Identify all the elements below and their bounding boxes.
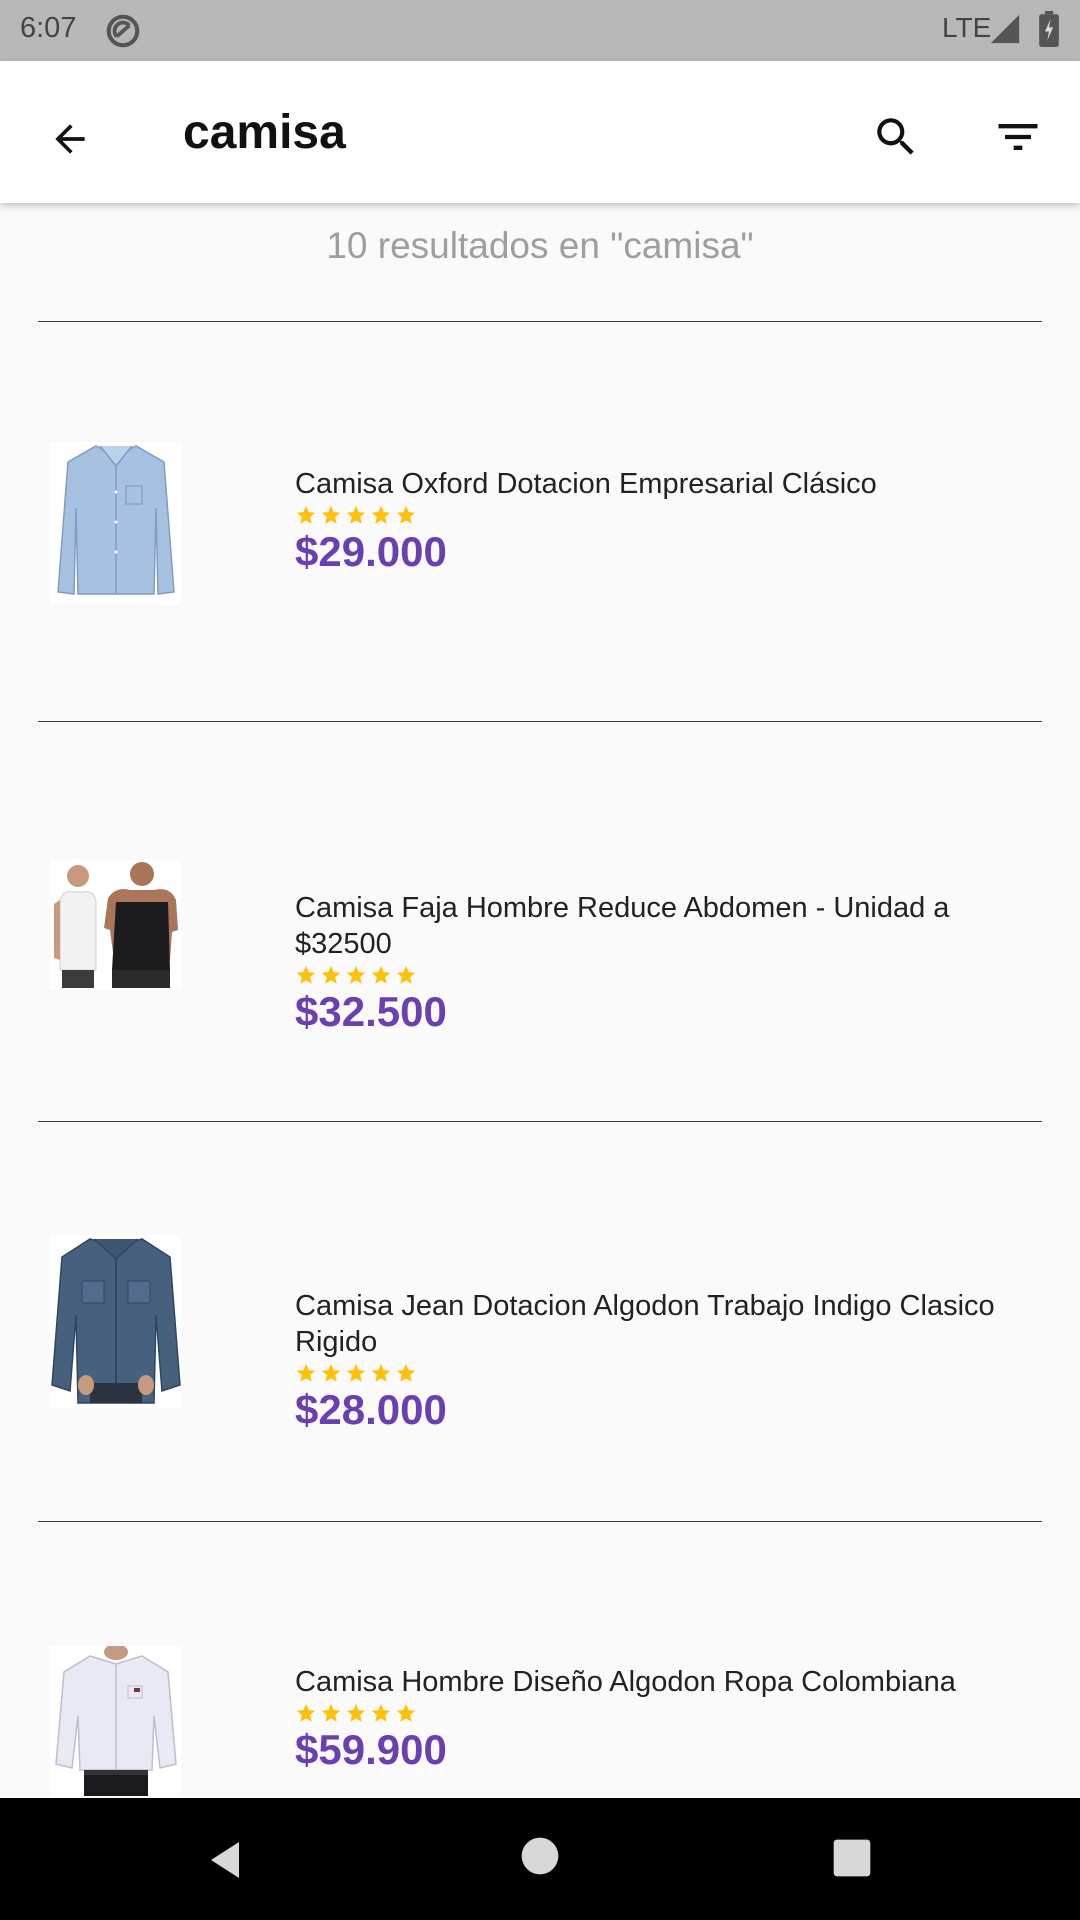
white-shirt-image-icon <box>50 1644 181 1796</box>
nav-home-icon[interactable] <box>520 1836 560 1876</box>
product-item-faja[interactable]: Camisa Faja Hombre Reduce Abdomen - Unid… <box>0 722 1080 1120</box>
product-info: Camisa Oxford Dotacion Empresarial Clási… <box>295 466 1015 577</box>
search-button[interactable] <box>860 101 932 173</box>
product-name: Camisa Jean Dotacion Algodon Trabajo Ind… <box>295 1290 995 1358</box>
product-price: $59.900 <box>295 1726 447 1773</box>
product-price: $32.500 <box>295 988 447 1035</box>
filter-button[interactable] <box>982 101 1054 173</box>
star-icon <box>321 1363 341 1382</box>
product-info: Camisa Hombre Diseño Algodon Ropa Colomb… <box>295 1664 1015 1775</box>
battery-charging-icon <box>1039 11 1059 47</box>
star-icon <box>371 1703 391 1722</box>
star-icon <box>396 505 416 524</box>
star-icon <box>371 1363 391 1382</box>
arrow-back-icon <box>55 124 85 154</box>
star-icon <box>346 1703 366 1722</box>
star-icon <box>296 1703 316 1722</box>
denim-shirt-image-icon <box>50 1235 181 1408</box>
product-name: Camisa Oxford Dotacion Empresarial Clási… <box>295 468 877 500</box>
star-icon <box>346 505 366 524</box>
back-button[interactable] <box>34 103 106 175</box>
star-icon <box>346 1363 366 1382</box>
product-name: Camisa Hombre Diseño Algodon Ropa Colomb… <box>295 1666 956 1698</box>
page-title: camisa <box>183 106 346 159</box>
search-icon <box>877 118 914 155</box>
system-nav-bar <box>0 1798 1080 1920</box>
status-bar: 6:07 LTE <box>0 0 1080 61</box>
star-icon <box>296 1363 316 1382</box>
network-type: LTE <box>942 12 992 43</box>
star-icon <box>371 965 391 984</box>
product-price: $29.000 <box>295 528 447 575</box>
product-image <box>50 1235 181 1408</box>
product-item-oxford[interactable]: Camisa Oxford Dotacion Empresarial Clási… <box>0 322 1080 720</box>
star-icon <box>396 965 416 984</box>
nav-recents-icon[interactable] <box>832 1838 872 1878</box>
product-info: Camisa Faja Hombre Reduce Abdomen - Unid… <box>295 890 1015 1037</box>
product-image <box>50 860 181 990</box>
rating-stars <box>295 502 1015 527</box>
filter-icon <box>998 124 1038 150</box>
rating-stars <box>295 962 1015 987</box>
product-image <box>50 1644 181 1796</box>
app-bar: camisa <box>0 61 1080 203</box>
star-icon <box>321 1703 341 1722</box>
star-icon <box>321 505 341 524</box>
results-list[interactable]: 10 resultados en "camisa" Camisa Oxford … <box>0 203 1080 1798</box>
shirt-image-icon <box>50 442 181 604</box>
product-image <box>50 442 181 604</box>
star-icon <box>296 505 316 524</box>
product-name: Camisa Faja Hombre Reduce Abdomen - Unid… <box>295 892 950 960</box>
rating-stars <box>295 1700 1015 1725</box>
rating-stars <box>295 1360 1015 1385</box>
results-summary: 10 resultados en "camisa" <box>326 225 754 266</box>
sync-icon <box>106 14 140 48</box>
star-icon <box>371 505 391 524</box>
star-icon <box>396 1363 416 1382</box>
product-item-hombre[interactable]: Camisa Hombre Diseño Algodon Ropa Colomb… <box>0 1522 1080 1798</box>
star-icon <box>296 965 316 984</box>
product-price: $28.000 <box>295 1386 447 1433</box>
nav-back-icon[interactable] <box>203 1836 251 1884</box>
product-info: Camisa Jean Dotacion Algodon Trabajo Ind… <box>295 1288 1015 1435</box>
star-icon <box>396 1703 416 1722</box>
status-time: 6:07 <box>20 12 77 44</box>
star-icon <box>321 965 341 984</box>
signal-icon <box>990 14 1020 44</box>
star-icon <box>346 965 366 984</box>
compression-shirts-image-icon <box>50 860 181 990</box>
product-item-jean[interactable]: Camisa Jean Dotacion Algodon Trabajo Ind… <box>0 1122 1080 1520</box>
